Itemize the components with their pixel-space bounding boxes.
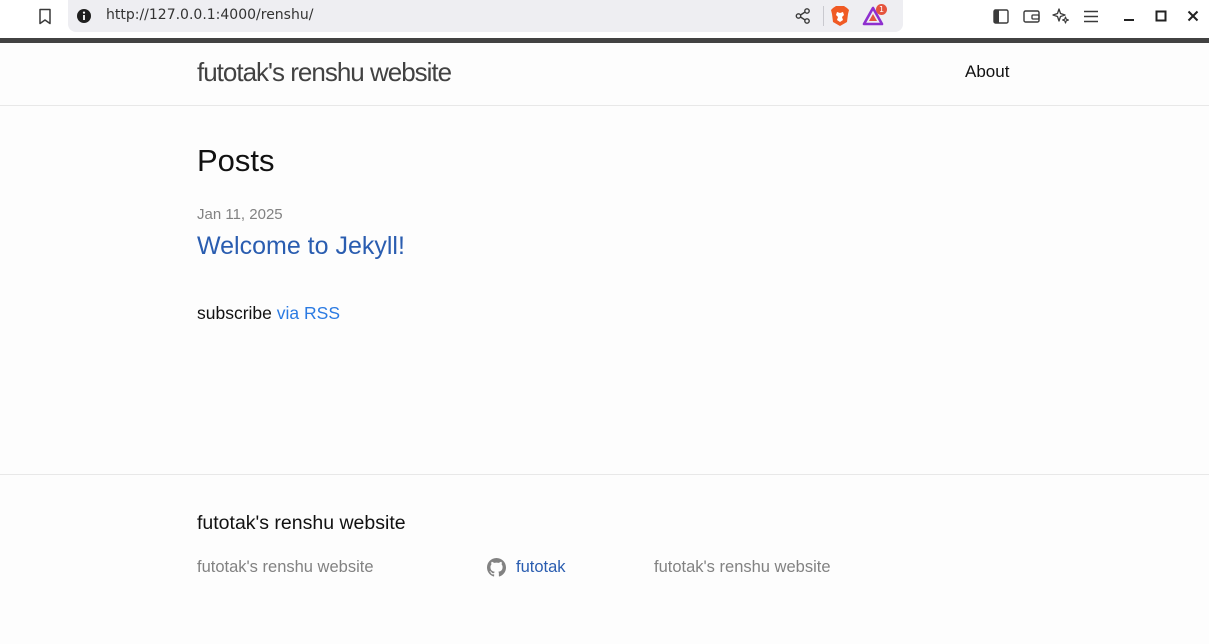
footer-site-name: futotak's renshu website	[197, 558, 374, 576]
minimize-icon[interactable]	[1118, 6, 1140, 26]
post-title-link[interactable]: Welcome to Jekyll!	[197, 232, 405, 261]
address-bar-divider	[823, 6, 824, 26]
post-date: Jan 11, 2025	[197, 206, 283, 223]
rss-prefix: subscribe	[197, 303, 272, 323]
rss-subscribe: subscribe via RSS	[197, 303, 340, 324]
url-text[interactable]: http://127.0.0.1:4000/renshu/	[106, 7, 313, 23]
footer-description: futotak's renshu website	[654, 558, 831, 576]
wallet-icon[interactable]	[1020, 6, 1042, 26]
leo-ai-icon[interactable]	[1050, 6, 1072, 26]
menu-icon[interactable]	[1080, 6, 1102, 26]
page-heading: Posts	[197, 143, 275, 178]
share-icon[interactable]	[794, 7, 812, 25]
close-icon[interactable]	[1182, 6, 1204, 26]
address-bar[interactable]: http://127.0.0.1:4000/renshu/ 1	[68, 0, 903, 32]
footer-social: futotak	[487, 557, 566, 577]
brave-shields-icon[interactable]	[830, 5, 850, 27]
footer-heading: futotak's renshu website	[197, 512, 406, 534]
brave-rewards-icon[interactable]: 1	[862, 4, 888, 27]
site-header: futotak's renshu website About	[0, 43, 1209, 106]
rewards-badge: 1	[876, 4, 887, 15]
site-info-icon[interactable]	[76, 8, 92, 24]
github-icon	[487, 557, 506, 577]
browser-toolbar: http://127.0.0.1:4000/renshu/ 1	[0, 0, 1209, 38]
github-username-link[interactable]: futotak	[516, 558, 566, 577]
nav-link-about[interactable]: About	[965, 62, 1009, 82]
bookmark-icon[interactable]	[34, 6, 56, 26]
maximize-icon[interactable]	[1150, 6, 1172, 26]
rss-link[interactable]: via RSS	[277, 303, 340, 323]
site-footer: futotak's renshu website futotak's rensh…	[0, 474, 1209, 644]
site-title-link[interactable]: futotak's renshu website	[197, 57, 452, 88]
sidebar-icon[interactable]	[990, 6, 1012, 26]
